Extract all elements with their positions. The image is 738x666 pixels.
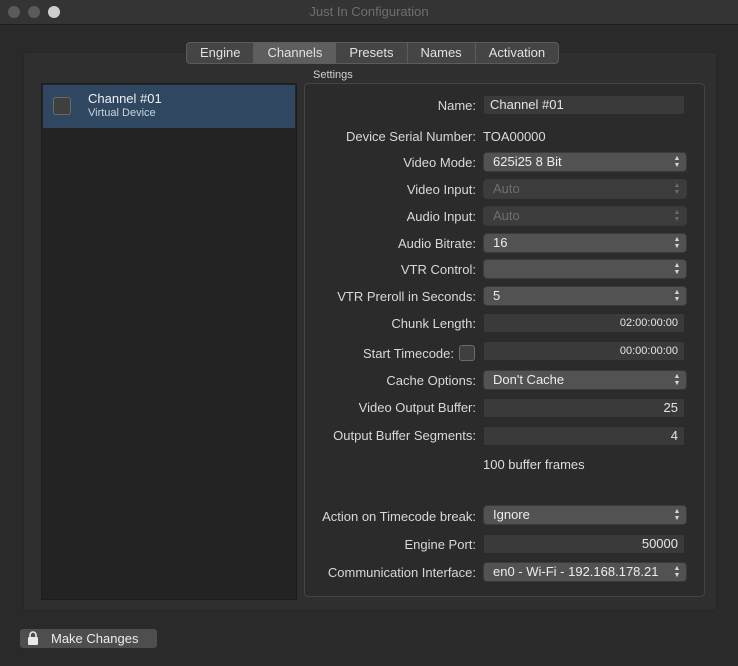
name-label: Name: xyxy=(437,98,476,113)
updown-arrows-icon: ▲ ▼ xyxy=(673,155,681,169)
make-changes-label: Make Changes xyxy=(51,631,139,646)
output-buffer-segments-label: Output Buffer Segments: xyxy=(333,428,476,443)
comm-interface-label: Communication Interface: xyxy=(327,565,476,580)
window-title: Just In Configuration xyxy=(309,4,429,19)
tab-channels[interactable]: Channels xyxy=(254,43,337,63)
chunk-length-label: Chunk Length: xyxy=(391,316,476,331)
video-mode-value: 625i25 8 Bit xyxy=(493,154,562,169)
title-bar: Just In Configuration xyxy=(0,0,738,25)
channel-list-item[interactable]: Channel #01 Virtual Device xyxy=(43,85,295,128)
start-timecode-field[interactable]: 00:00:00:00 xyxy=(483,341,685,361)
updown-arrows-icon: ▲ ▼ xyxy=(673,182,681,196)
make-changes-button[interactable]: Make Changes xyxy=(19,628,158,649)
updown-arrows-icon: ▲ ▼ xyxy=(673,508,681,522)
output-buffer-segments-field[interactable]: 4 xyxy=(483,426,685,446)
serial-value: TOA00000 xyxy=(483,129,546,144)
video-input-popup[interactable]: Auto ▲ ▼ xyxy=(483,179,687,199)
settings-heading: Settings xyxy=(313,69,353,81)
cache-options-value: Don't Cache xyxy=(493,372,565,387)
channel-enable-checkbox[interactable] xyxy=(53,97,71,115)
vtr-preroll-value: 5 xyxy=(493,288,501,303)
video-mode-popup[interactable]: 625i25 8 Bit ▲ ▼ xyxy=(483,152,687,172)
vtr-preroll-label: VTR Preroll in Seconds: xyxy=(337,289,476,304)
cache-options-label: Cache Options: xyxy=(386,373,476,388)
video-output-buffer-label: Video Output Buffer: xyxy=(358,400,476,415)
chunk-length-field[interactable]: 02:00:00:00 xyxy=(483,313,685,333)
audio-input-popup[interactable]: Auto ▲ ▼ xyxy=(483,206,687,226)
updown-arrows-icon: ▲ ▼ xyxy=(673,236,681,250)
video-output-buffer-field[interactable]: 25 xyxy=(483,398,685,418)
video-mode-label: Video Mode: xyxy=(403,155,476,170)
updown-arrows-icon: ▲ ▼ xyxy=(673,262,681,276)
updown-arrows-icon: ▲ ▼ xyxy=(673,373,681,387)
timecode-break-popup[interactable]: Ignore ▲ ▼ xyxy=(483,505,687,525)
tab-presets[interactable]: Presets xyxy=(336,43,408,63)
video-input-label: Video Input: xyxy=(406,182,476,197)
buffer-frames-note: 100 buffer frames xyxy=(483,457,585,472)
start-timecode-checkbox[interactable] xyxy=(459,345,475,361)
lock-icon xyxy=(28,631,38,645)
video-input-value: Auto xyxy=(493,181,520,196)
timecode-break-label: Action on Timecode break: xyxy=(322,509,476,524)
comm-interface-popup[interactable]: en0 - Wi-Fi - 192.168.178.21 ▲ ▼ xyxy=(483,562,687,582)
comm-interface-value: en0 - Wi-Fi - 192.168.178.21 xyxy=(493,564,659,579)
audio-bitrate-popup[interactable]: 16 ▲ ▼ xyxy=(483,233,687,253)
updown-arrows-icon: ▲ ▼ xyxy=(673,209,681,223)
tab-activation[interactable]: Activation xyxy=(476,43,558,63)
channel-list: Channel #01 Virtual Device xyxy=(41,83,297,600)
engine-port-label: Engine Port: xyxy=(404,537,476,552)
engine-port-field[interactable]: 50000 xyxy=(483,534,685,554)
tab-names[interactable]: Names xyxy=(408,43,476,63)
tab-bar: Engine Channels Presets Names Activation xyxy=(186,42,560,64)
timecode-break-value: Ignore xyxy=(493,507,530,522)
channel-name: Channel #01 xyxy=(88,91,162,106)
updown-arrows-icon: ▲ ▼ xyxy=(673,565,681,579)
start-timecode-label: Start Timecode: xyxy=(362,346,454,361)
audio-input-label: Audio Input: xyxy=(406,209,476,224)
tab-engine[interactable]: Engine xyxy=(187,43,255,63)
audio-bitrate-value: 16 xyxy=(493,235,508,250)
vtr-control-label: VTR Control: xyxy=(400,262,476,277)
audio-bitrate-label: Audio Bitrate: xyxy=(397,236,476,251)
name-field[interactable]: Channel #01 xyxy=(483,95,685,115)
vtr-preroll-popup[interactable]: 5 ▲ ▼ xyxy=(483,286,687,306)
cache-options-popup[interactable]: Don't Cache ▲ ▼ xyxy=(483,370,687,390)
serial-label: Device Serial Number: xyxy=(345,129,476,144)
vtr-control-popup[interactable]: ▲ ▼ xyxy=(483,259,687,279)
audio-input-value: Auto xyxy=(493,208,520,223)
updown-arrows-icon: ▲ ▼ xyxy=(673,289,681,303)
channel-device-type: Virtual Device xyxy=(88,107,156,119)
